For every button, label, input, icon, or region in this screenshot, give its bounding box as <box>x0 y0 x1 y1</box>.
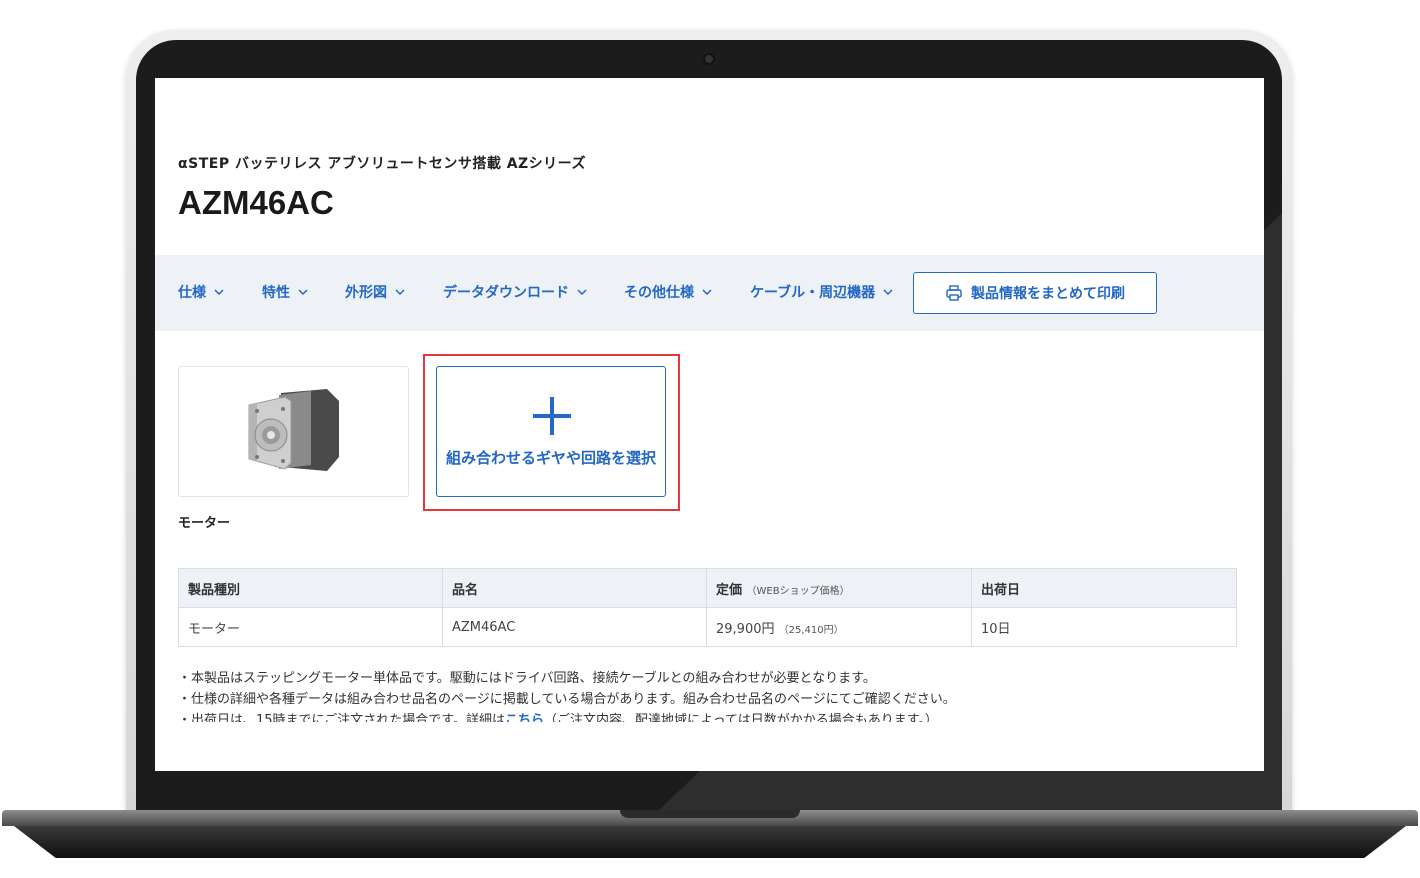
print-all-button[interactable]: 製品情報をまとめて印刷 <box>913 272 1157 314</box>
notes: ・本製品はステッピングモーター単体品です。駆動にはドライバ回路、接続ケーブルとの… <box>178 668 956 722</box>
laptop-base-shadow <box>14 826 1406 858</box>
nav-item-download[interactable]: データダウンロード <box>443 282 589 302</box>
chevron-down-icon <box>577 289 587 296</box>
nav-item-other-spec[interactable]: その他仕様 <box>624 282 714 302</box>
nav-item-label: その他仕様 <box>624 285 694 301</box>
nav-item-label: 外形図 <box>345 285 387 301</box>
motor-label: モーター <box>178 516 231 531</box>
chevron-down-icon <box>883 289 893 296</box>
note-line-1: ・本製品はステッピングモーター単体品です。駆動にはドライバ回路、接続ケーブルとの… <box>178 671 876 686</box>
select-gear-circuit-button[interactable]: 組み合わせるギヤや回路を選択 <box>436 366 666 497</box>
col-header-type: 製品種別 <box>178 568 443 608</box>
nav-item-label: 仕様 <box>178 285 206 301</box>
table-row: モーター AZM46AC 29,900円 （25,410円） 10日 <box>178 607 1237 647</box>
select-gear-circuit-label: 組み合わせるギヤや回路を選択 <box>445 449 656 467</box>
note-line-3-tail: （ご注文内容、配達地域によっては日数がかかる場合もあります。） <box>544 713 938 722</box>
nav-item-label: ケーブル・周辺機器 <box>750 285 876 301</box>
col-header-name: 品名 <box>442 568 707 608</box>
price-value: 29,900円 <box>716 621 775 637</box>
nav-item-characteristics[interactable]: 特性 <box>262 282 310 302</box>
laptop-notch <box>620 810 800 818</box>
motor-product-image <box>248 389 339 471</box>
note-line-3: ・出荷日は、15時までにご注文された場合です。詳細はこちら（ご注文内容、配達地域… <box>178 710 956 722</box>
note-line-3-text: ・出荷日は、15時までにご注文された場合です。詳細は <box>178 713 505 722</box>
cell-ship: 10日 <box>971 607 1237 647</box>
plus-icon <box>533 397 571 435</box>
nav-item-spec[interactable]: 仕様 <box>178 282 226 302</box>
nav-item-dimensions[interactable]: 外形図 <box>345 282 407 302</box>
nav-item-label: データダウンロード <box>443 285 569 301</box>
nav-item-label: 特性 <box>262 285 290 301</box>
price-header-note: （WEBショップ価格） <box>746 585 850 597</box>
chevron-down-icon <box>395 289 405 296</box>
product-table: 製品種別 品名 定価 （WEBショップ価格） 出荷日 モーター AZM46AC … <box>178 568 1237 647</box>
chevron-down-icon <box>702 289 712 296</box>
price-web-value: （25,410円） <box>778 624 844 636</box>
webcam <box>703 53 715 65</box>
chevron-down-icon <box>298 289 308 296</box>
price-header-label: 定価 <box>716 582 743 598</box>
laptop-mockup: αSTEP バッテリレス アブソリュートセンサ搭載 AZシリーズ AZM46AC… <box>0 0 1420 878</box>
col-header-ship: 出荷日 <box>971 568 1237 608</box>
details-link[interactable]: こちら <box>505 713 544 722</box>
cell-name: AZM46AC <box>442 607 707 647</box>
print-button-label: 製品情報をまとめて印刷 <box>971 286 1125 302</box>
series-title: αSTEP バッテリレス アブソリュートセンサ搭載 AZシリーズ <box>178 156 586 172</box>
browser-screen: αSTEP バッテリレス アブソリュートセンサ搭載 AZシリーズ AZM46AC… <box>155 78 1264 771</box>
nav-item-cables[interactable]: ケーブル・周辺機器 <box>750 282 895 302</box>
product-nav: 仕様 特性 外形図 データダウンロード その他仕様 ケーブル・周辺機器 製品情報… <box>155 255 1264 331</box>
printer-icon <box>946 285 962 301</box>
motor-image-card <box>178 366 409 497</box>
table-header-row: 製品種別 品名 定価 （WEBショップ価格） 出荷日 <box>178 568 1237 608</box>
cell-price: 29,900円 （25,410円） <box>706 607 972 647</box>
col-header-price: 定価 （WEBショップ価格） <box>706 568 972 608</box>
page-title: AZM46AC <box>178 184 334 221</box>
chevron-down-icon <box>214 289 224 296</box>
cell-type: モーター <box>178 607 443 647</box>
note-line-2: ・仕様の詳細や各種データは組み合わせ品名のページに掲載している場合があります。組… <box>178 692 956 707</box>
